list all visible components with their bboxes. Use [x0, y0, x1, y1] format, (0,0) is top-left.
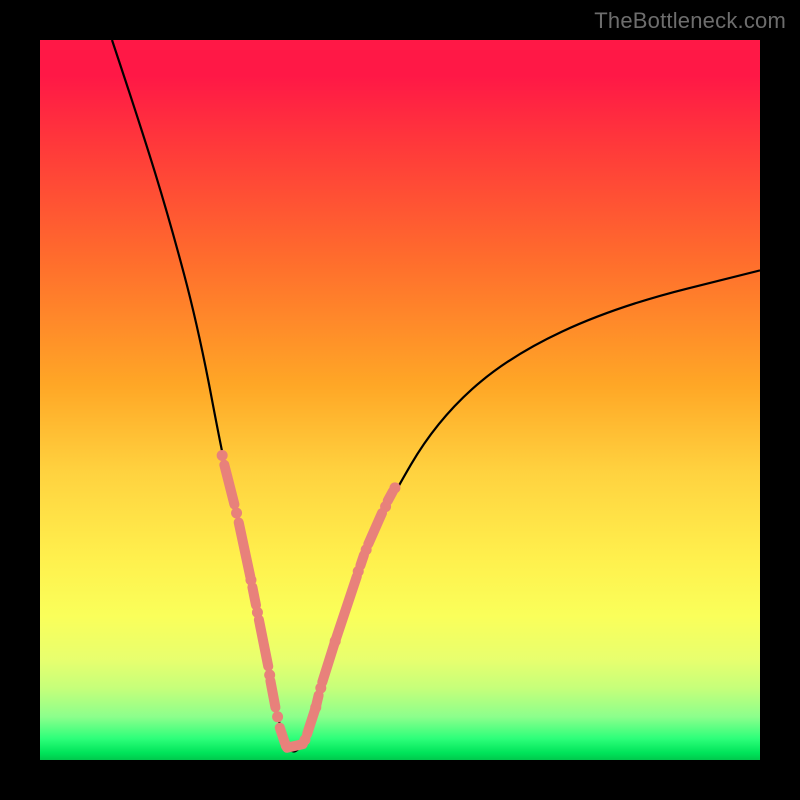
highlight-segment	[270, 681, 275, 708]
highlight-segment	[280, 728, 285, 743]
highlight-dot	[217, 450, 228, 461]
highlight-dot	[330, 636, 341, 647]
highlight-segment	[307, 710, 315, 734]
curve-svg	[40, 40, 760, 760]
highlight-dot	[299, 734, 310, 745]
plot-area	[40, 40, 760, 760]
highlight-dots	[217, 450, 401, 751]
highlight-segment	[259, 620, 268, 667]
watermark-text: TheBottleneck.com	[594, 8, 786, 34]
highlight-dot	[353, 566, 364, 577]
highlight-segment	[335, 576, 357, 641]
highlight-dot	[281, 740, 292, 751]
highlight-segment	[368, 513, 382, 544]
highlight-dot	[245, 575, 256, 586]
highlight-dot	[361, 544, 372, 555]
highlight-segment	[322, 643, 334, 682]
highlight-dot	[252, 607, 263, 618]
highlight-dot	[272, 711, 283, 722]
highlight-dot	[315, 683, 326, 694]
highlight-dot	[264, 670, 275, 681]
highlight-dot	[389, 482, 400, 493]
highlight-dot	[310, 702, 321, 713]
highlight-segment	[388, 491, 393, 500]
highlight-segment	[239, 522, 251, 576]
highlight-dot	[380, 501, 391, 512]
highlight-segment	[252, 587, 256, 605]
highlight-segment	[224, 465, 234, 505]
highlight-dot	[231, 508, 242, 519]
highlight-segments	[224, 465, 392, 748]
highlight-segment	[360, 555, 364, 566]
chart-container: TheBottleneck.com	[0, 0, 800, 800]
bottleneck-curve	[112, 40, 760, 751]
